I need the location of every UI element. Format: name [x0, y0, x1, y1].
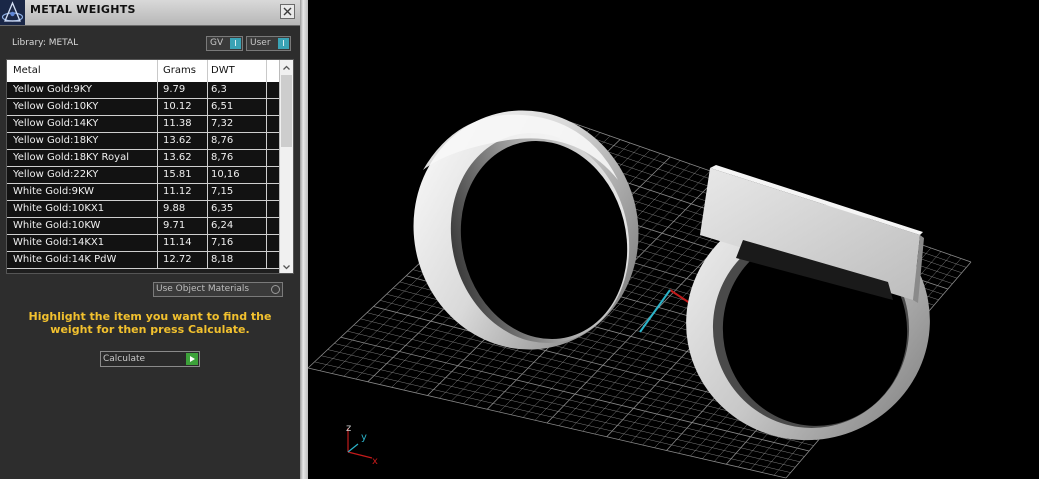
grams-cell: 12.72 — [163, 254, 192, 265]
user-toggle-label: User — [250, 38, 271, 48]
dwt-cell: 7,16 — [211, 237, 234, 248]
gizmo-y-label: y — [361, 432, 367, 443]
gv-toggle-indicator: I — [230, 38, 241, 49]
column-header-dwt[interactable]: DWT — [211, 65, 235, 76]
table-row[interactable]: Yellow Gold:18KY 13.62 8,76 — [7, 133, 279, 150]
play-icon — [186, 353, 198, 365]
metal-weights-panel: METAL WEIGHTS Library: METAL GV I User I… — [0, 0, 300, 479]
table-row[interactable]: White Gold:10KW 9.71 6,24 — [7, 218, 279, 235]
chevron-down-icon — [283, 265, 290, 270]
dwt-cell: 8,76 — [211, 152, 234, 163]
app-logo-icon — [0, 0, 25, 25]
column-header-grams[interactable]: Grams — [163, 65, 196, 76]
metal-cell: White Gold:14K PdW — [13, 254, 117, 265]
ring-bar-signet[interactable] — [667, 165, 948, 459]
gizmo-z-label: z — [346, 423, 351, 434]
metal-cell: Yellow Gold:14KY — [13, 118, 99, 129]
close-button[interactable] — [280, 4, 295, 19]
calculate-label: Calculate — [103, 354, 146, 364]
instruction-text: Highlight the item you want to find the … — [28, 310, 272, 336]
table-row[interactable]: Yellow Gold:9KY 9.79 6,3 — [7, 82, 279, 99]
table-header: Metal Grams DWT — [7, 60, 279, 82]
dwt-cell: 6,24 — [211, 220, 234, 231]
scroll-up-button[interactable] — [280, 60, 293, 74]
table-row[interactable]: Yellow Gold:18KY Royal 13.62 8,76 — [7, 150, 279, 167]
grams-cell: 9.88 — [163, 203, 186, 214]
gv-toggle-label: GV — [210, 38, 224, 48]
axis-gizmo: z y x — [346, 423, 378, 467]
grams-cell: 13.62 — [163, 135, 192, 146]
metal-cell: White Gold:14KX1 — [13, 237, 105, 248]
metal-cell: Yellow Gold:9KY — [13, 84, 92, 95]
panel-titlebar[interactable]: METAL WEIGHTS — [0, 0, 300, 26]
grams-cell: 9.71 — [163, 220, 186, 231]
grams-cell: 15.81 — [163, 169, 192, 180]
table-row[interactable]: White Gold:9KW 11.12 7,15 — [7, 184, 279, 201]
metal-cell: White Gold:9KW — [13, 186, 95, 197]
dwt-cell: 6,3 — [211, 84, 227, 95]
scroll-thumb[interactable] — [281, 75, 292, 147]
grams-cell: 13.62 — [163, 152, 192, 163]
column-header-metal[interactable]: Metal — [13, 65, 41, 76]
grams-cell: 10.12 — [163, 101, 192, 112]
metal-cell: Yellow Gold:18KY Royal — [13, 152, 129, 163]
table-row[interactable]: White Gold:14KX1 11.14 7,16 — [7, 235, 279, 252]
dwt-cell: 6,51 — [211, 101, 234, 112]
user-toggle[interactable]: User I — [246, 36, 291, 51]
gv-toggle[interactable]: GV I — [206, 36, 243, 51]
dwt-cell: 7,15 — [211, 186, 234, 197]
table-scrollbar[interactable] — [279, 60, 293, 273]
use-object-materials-label: Use Object Materials — [156, 284, 250, 294]
metal-table[interactable]: Metal Grams DWT Yellow Gold:9KY 9.79 6,3 Ye… — [6, 59, 294, 274]
table-row[interactable]: Yellow Gold:22KY 15.81 10,16 — [7, 167, 279, 184]
metal-cell: White Gold:10KX1 — [13, 203, 105, 214]
dwt-cell: 10,16 — [211, 169, 240, 180]
metal-cell: Yellow Gold:10KY — [13, 101, 99, 112]
metal-cell: Yellow Gold:18KY — [13, 135, 99, 146]
grams-cell: 11.14 — [163, 237, 192, 248]
dwt-cell: 8,18 — [211, 254, 234, 265]
table-row[interactable]: Yellow Gold:10KY 10.12 6,51 — [7, 99, 279, 116]
grams-cell: 9.79 — [163, 84, 186, 95]
radio-indicator — [271, 285, 280, 294]
table-row[interactable]: Yellow Gold:14KY 11.38 7,32 — [7, 116, 279, 133]
panel-title: METAL WEIGHTS — [30, 3, 136, 16]
chevron-up-icon — [283, 65, 290, 70]
grams-cell: 11.12 — [163, 186, 192, 197]
use-object-materials-toggle[interactable]: Use Object Materials — [153, 282, 283, 297]
table-row[interactable]: White Gold:10KX1 9.88 6,35 — [7, 201, 279, 218]
calculate-button[interactable]: Calculate — [100, 351, 200, 367]
close-icon — [283, 7, 292, 16]
dwt-cell: 7,32 — [211, 118, 234, 129]
dwt-cell: 6,35 — [211, 203, 234, 214]
grams-cell: 11.38 — [163, 118, 192, 129]
library-label: Library: METAL — [12, 38, 79, 48]
metal-cell: Yellow Gold:22KY — [13, 169, 99, 180]
dwt-cell: 8,76 — [211, 135, 234, 146]
metal-cell: White Gold:10KW — [13, 220, 101, 231]
user-toggle-indicator: I — [278, 38, 289, 49]
panel-splitter[interactable] — [300, 0, 308, 479]
scroll-down-button[interactable] — [280, 259, 293, 273]
viewport-scene: z y x — [308, 110, 972, 479]
gizmo-x-label: x — [372, 456, 378, 467]
3d-viewport[interactable]: z y x — [308, 0, 1039, 479]
table-row[interactable]: White Gold:14K PdW 12.72 8,18 — [7, 252, 279, 269]
